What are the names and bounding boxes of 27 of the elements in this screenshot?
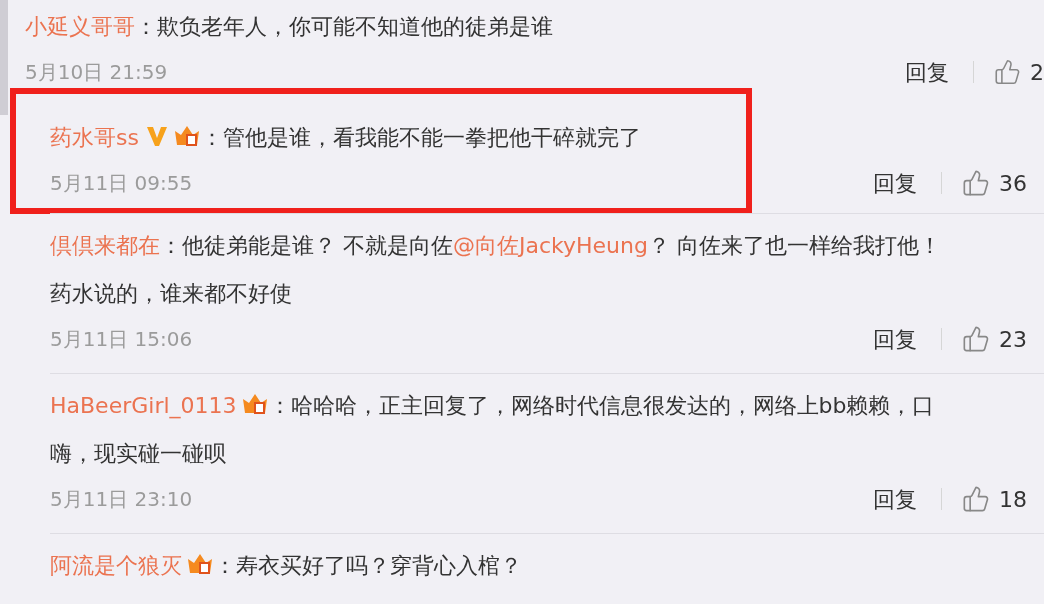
user-name-link[interactable]: 倶倶来都在 xyxy=(50,233,160,258)
reply-link[interactable]: 回复 xyxy=(873,482,917,516)
comment-time: 5月11日 09:55 xyxy=(50,170,193,197)
user-name-link[interactable]: 阿流是个狼灭 xyxy=(50,553,182,578)
like-icon[interactable] xyxy=(962,485,990,513)
mention-link[interactable]: @向佐JackyHeung xyxy=(453,233,648,258)
like-icon[interactable] xyxy=(962,169,990,197)
user-name-link[interactable]: 药水哥ss xyxy=(50,125,139,150)
like-count: 18 xyxy=(999,485,1027,514)
like-icon[interactable] xyxy=(993,58,1021,86)
like-count: 23 xyxy=(999,325,1027,354)
comment-text: 小延义哥哥：欺负老年人，你可能不知道他的徒弟是谁 xyxy=(25,13,554,41)
reply-link[interactable]: 回复 xyxy=(905,55,949,89)
like-count: 2 xyxy=(1030,58,1044,87)
comment-text: HaBeerGirl_0113 ：哈哈哈，正主回复了，网络时代信息很发达的，网络上bb赖赖，口嗨，现实碰一碰呗 xyxy=(50,390,936,468)
reply-link[interactable]: 回复 xyxy=(873,166,917,200)
user-name-link[interactable]: 小延义哥哥 xyxy=(25,14,135,39)
like-icon[interactable] xyxy=(962,325,990,353)
comment-time: 5月11日 15:06 xyxy=(50,326,193,353)
like-count: 36 xyxy=(999,169,1027,198)
comment-text: 阿流是个狼灭 ：寿衣买好了吗？穿背心入棺？ xyxy=(50,550,523,580)
comment-time: 5月11日 23:10 xyxy=(50,486,193,513)
comment-text: 倶倶来都在：他徒弟能是谁？ 不就是向佐@向佐JackyHeung？ 向佐来了也一样给我打他！药水说的，谁来都不好使 xyxy=(50,232,942,308)
comment-text: 药水哥ss ：管他是谁，看我能不能一拳把他干碎就完了 xyxy=(50,122,642,152)
comment-time: 5月10日 21:59 xyxy=(25,59,168,86)
reply-link[interactable]: 回复 xyxy=(873,322,917,356)
user-name-link[interactable]: HaBeerGirl_0113 xyxy=(50,393,237,418)
